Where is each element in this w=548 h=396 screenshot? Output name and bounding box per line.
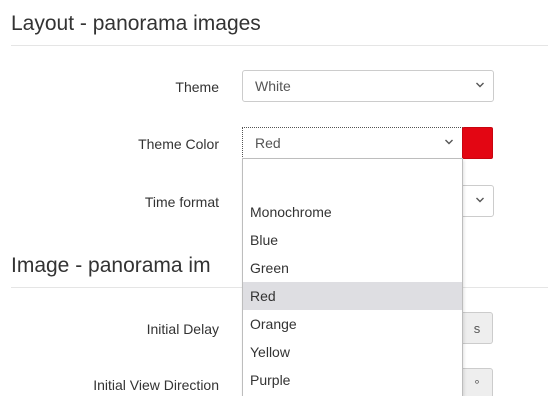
chevron-down-icon	[476, 197, 484, 203]
settings-page: Layout - panorama images Theme White The…	[0, 0, 548, 396]
theme-color-label: Theme Color	[138, 136, 219, 152]
initial-delay-unit-addon: s	[462, 312, 493, 344]
theme-color-select-value: Red	[255, 135, 281, 151]
dropdown-option-empty[interactable]	[243, 161, 462, 189]
layout-section-title: Layout - panorama images	[11, 12, 261, 35]
theme-color-select[interactable]: Red	[242, 127, 463, 159]
theme-color-dropdown-list: Monochrome Blue Green Red Orange Yellow …	[242, 158, 463, 396]
dropdown-option-purple[interactable]: Purple	[243, 366, 462, 394]
dropdown-option-green[interactable]: Green	[243, 254, 462, 282]
dropdown-option-yellow[interactable]: Yellow	[243, 338, 462, 366]
initial-view-direction-label: Initial View Direction	[93, 377, 219, 393]
initial-view-direction-unit-addon: °	[462, 368, 493, 396]
layout-section-divider	[11, 45, 548, 46]
theme-color-swatch[interactable]	[462, 127, 493, 159]
dropdown-option-monochrome[interactable]: Monochrome	[243, 198, 462, 226]
dropdown-option-orange[interactable]: Orange	[243, 310, 462, 338]
initial-delay-label: Initial Delay	[146, 321, 219, 337]
time-format-label: Time format	[144, 194, 219, 210]
chevron-down-icon	[445, 139, 453, 145]
dropdown-option-blue[interactable]: Blue	[243, 226, 462, 254]
theme-select[interactable]: White	[242, 70, 494, 102]
theme-label: Theme	[175, 79, 219, 95]
theme-select-value: White	[255, 78, 291, 94]
dropdown-option-red[interactable]: Red	[243, 282, 462, 310]
image-section-title: Image - panorama im	[11, 254, 211, 277]
chevron-down-icon	[476, 82, 484, 88]
